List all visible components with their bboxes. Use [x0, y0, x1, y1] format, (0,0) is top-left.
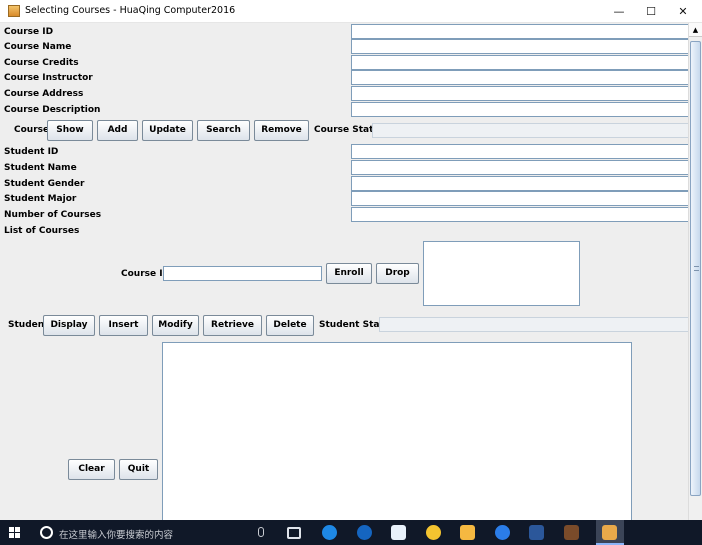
- course-credits-field[interactable]: [351, 55, 690, 70]
- maximize-button[interactable]: ☐: [634, 0, 668, 23]
- course-id-field[interactable]: [351, 24, 690, 39]
- java-app-icon: [8, 5, 20, 17]
- windows-start-icon[interactable]: [9, 527, 21, 539]
- main-panel: Course ID Course Name Course Credits Cou…: [0, 23, 690, 520]
- student-gender-label: Student Gender: [4, 179, 85, 189]
- student-major-field[interactable]: [351, 191, 690, 206]
- student-id-field[interactable]: [351, 144, 690, 159]
- course-description-label: Course Description: [4, 105, 101, 115]
- search-button[interactable]: Search: [197, 120, 250, 141]
- taskbar-search-box[interactable]: 在这里输入你要搜索的内容: [59, 527, 173, 541]
- minimize-button[interactable]: —: [602, 0, 636, 23]
- modify-button[interactable]: Modify: [152, 315, 199, 336]
- student-name-label: Student Name: [4, 163, 77, 173]
- course-state-field: [372, 123, 690, 138]
- course-toolbar-label: Course: [14, 125, 50, 135]
- student-major-label: Student Major: [4, 194, 77, 204]
- course-id-label: Course ID: [4, 27, 54, 37]
- course-description-field[interactable]: [351, 102, 690, 117]
- update-button[interactable]: Update: [142, 120, 193, 141]
- cortana-icon[interactable]: [40, 526, 53, 539]
- microphone-icon[interactable]: [258, 527, 264, 537]
- student-name-field[interactable]: [351, 160, 690, 175]
- list-of-courses-label: List of Courses: [4, 226, 80, 236]
- kugou-icon[interactable]: [357, 525, 372, 540]
- remove-button[interactable]: Remove: [254, 120, 309, 141]
- close-button[interactable]: ✕: [666, 0, 700, 23]
- scroll-up-arrow-icon[interactable]: ▲: [689, 23, 702, 37]
- course-instructor-field[interactable]: [351, 70, 690, 85]
- word-icon[interactable]: [529, 525, 544, 540]
- chat-icon[interactable]: [426, 525, 441, 540]
- course-address-field[interactable]: [351, 86, 690, 101]
- student-state-field: [379, 317, 690, 332]
- course-credits-label: Course Credits: [4, 58, 79, 68]
- display-button[interactable]: Display: [43, 315, 95, 336]
- student-id-label: Student ID: [4, 147, 59, 157]
- course-list-box[interactable]: [423, 241, 580, 306]
- vertical-scrollbar[interactable]: ▲: [688, 23, 702, 520]
- window-title-bar: Selecting Courses - HuaQing Computer2016…: [0, 0, 702, 23]
- number-of-courses-label: Number of Courses: [4, 210, 102, 220]
- course-address-label: Course Address: [4, 89, 84, 99]
- game-icon[interactable]: [564, 525, 579, 540]
- quit-button[interactable]: Quit: [119, 459, 158, 480]
- sogou-icon[interactable]: [495, 525, 510, 540]
- add-button[interactable]: Add: [97, 120, 138, 141]
- course-name-field[interactable]: [351, 39, 690, 54]
- active-taskbar-slot[interactable]: [596, 520, 624, 545]
- delete-button[interactable]: Delete: [266, 315, 314, 336]
- task-view-icon[interactable]: [287, 527, 301, 539]
- enroll-button[interactable]: Enroll: [326, 263, 372, 284]
- show-button[interactable]: Show: [47, 120, 93, 141]
- clear-button[interactable]: Clear: [68, 459, 115, 480]
- course-instructor-label: Course Instructor: [4, 73, 93, 83]
- scrollbar-thumb[interactable]: [690, 41, 701, 496]
- window-title: Selecting Courses - HuaQing Computer2016: [25, 5, 236, 16]
- feishu-icon[interactable]: [391, 525, 406, 540]
- retrieve-button[interactable]: Retrieve: [203, 315, 262, 336]
- file-explorer-icon[interactable]: [460, 525, 475, 540]
- course-name-label: Course Name: [4, 42, 72, 52]
- insert-button[interactable]: Insert: [99, 315, 148, 336]
- number-of-courses-field[interactable]: [351, 207, 690, 222]
- student-gender-field[interactable]: [351, 176, 690, 191]
- edge-icon[interactable]: [322, 525, 337, 540]
- output-text-area[interactable]: [162, 342, 632, 520]
- drop-button[interactable]: Drop: [376, 263, 419, 284]
- enroll-course-id-field[interactable]: [163, 266, 322, 281]
- scrollbar-grip-icon: [694, 266, 699, 271]
- java-app-icon[interactable]: [602, 525, 617, 540]
- windows-taskbar: 在这里输入你要搜索的内容: [0, 520, 702, 545]
